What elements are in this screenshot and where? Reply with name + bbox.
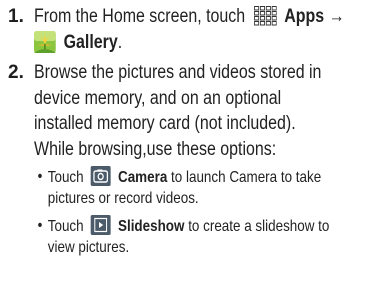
step-2-line-4: While browsing,use these options: <box>34 138 277 160</box>
apps-grid-icon <box>252 5 277 27</box>
bullet-dot: • <box>37 217 43 234</box>
step-2-number: 2. <box>8 62 24 83</box>
step-2-text: Browse the pictures and videos stored in… <box>34 60 370 162</box>
option-slideshow-line-2: view pictures. <box>47 239 130 256</box>
step-2: 2. Browse the pictures and videos stored… <box>0 60 372 258</box>
gallery-label: Gallery <box>63 31 118 53</box>
slideshow-play-icon <box>90 215 111 235</box>
apps-label: Apps <box>284 6 325 27</box>
bullet-dot: • <box>37 168 43 185</box>
option-camera-line-1: Touch Camera to launch Camera to take <box>47 166 322 188</box>
instruction-steps: 1. From the Home screen, touch Apps → Ga… <box>0 0 372 258</box>
gallery-icon <box>34 30 56 53</box>
camera-label: Camera <box>117 169 168 186</box>
touch-text: Touch <box>47 169 84 186</box>
step-1-text: From the Home screen, touch Apps → Galle… <box>34 4 370 55</box>
step-2-line-1: Browse the pictures and videos stored in <box>34 62 322 83</box>
step-1-line-1: From the Home screen, touch Apps → <box>34 4 370 30</box>
slideshow-label: Slideshow <box>117 218 185 235</box>
step-1: 1. From the Home screen, touch Apps → Ga… <box>0 4 372 55</box>
camera-description: to launch Camera to take <box>171 169 322 186</box>
option-slideshow: • Touch Slideshow to create a slideshow … <box>36 215 329 258</box>
touch-text: Touch <box>47 218 84 235</box>
option-camera: • Touch Camera to launch Camera to take … <box>36 166 322 209</box>
step-2-line-2: device memory, and on an optional <box>34 87 282 109</box>
step-1-intro: From the Home screen, touch <box>34 6 246 27</box>
option-slideshow-line-1: Touch Slideshow to create a slideshow to <box>47 215 329 237</box>
option-camera-line-2: pictures or record videos. <box>47 190 199 207</box>
step-1-period: . <box>117 31 123 53</box>
step-1-line-2: Gallery. <box>34 30 370 56</box>
step-2-line-3: installed memory card (not included). <box>34 113 296 134</box>
camera-icon <box>90 166 111 186</box>
options-list: • Touch Camera to launch Camera to take … <box>36 166 329 258</box>
arrow-glyph: → <box>328 6 345 27</box>
slideshow-description: to create a slideshow to <box>188 218 330 235</box>
step-1-number: 1. <box>8 6 24 27</box>
